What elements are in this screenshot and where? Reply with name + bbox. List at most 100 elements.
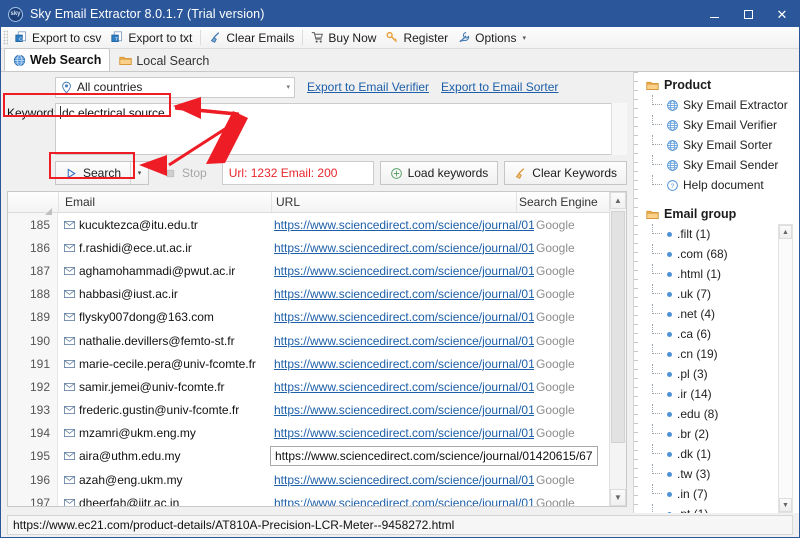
options-button[interactable]: Options ▾ <box>453 28 531 48</box>
maximize-button[interactable] <box>731 1 765 27</box>
row-url[interactable]: https://www.sciencedirect.com/science/jo… <box>270 426 534 440</box>
row-url[interactable]: https://www.sciencedirect.com/science/jo… <box>270 473 534 487</box>
row-url[interactable]: https://www.sciencedirect.com/science/jo… <box>270 334 534 348</box>
clear-emails-button[interactable]: Clear Emails <box>204 28 299 48</box>
table-row[interactable]: 194 mzamri@ukm.eng.my https://www.scienced… <box>8 421 626 445</box>
grid-header-url[interactable]: URL <box>272 195 516 209</box>
row-index: 186 <box>8 236 58 260</box>
bullet-icon <box>667 371 672 377</box>
keyword-row: Keyword: dc electrical source <box>7 103 627 155</box>
scroll-up-arrow-icon[interactable]: ▲ <box>610 192 626 209</box>
table-row[interactable]: 185 kucuktezca@itu.edu.tr https://www.scie… <box>8 213 626 237</box>
email-group-item[interactable]: .in (7) <box>652 484 799 504</box>
export-to-csv-button[interactable]: C Export to csv <box>10 28 106 48</box>
email-group-item[interactable]: .net (4) <box>652 304 799 324</box>
row-url[interactable]: https://www.sciencedirect.com/science/jo… <box>270 496 534 506</box>
row-url[interactable]: https://www.sciencedirect.com/science/jo… <box>270 264 534 278</box>
minimize-button[interactable] <box>697 1 731 27</box>
scrollbar-track[interactable] <box>779 239 792 498</box>
row-email[interactable]: flysky007dong@163.com <box>58 310 270 324</box>
sidebar-item-sky-email-verifier[interactable]: Sky Email Verifier <box>652 115 799 135</box>
row-email[interactable]: aghamohammadi@pwut.ac.ir <box>58 264 270 278</box>
row-email[interactable]: aira@uthm.edu.my <box>58 449 270 463</box>
row-url[interactable]: https://www.sciencedirect.com/science/jo… <box>270 218 534 232</box>
email-group-item[interactable]: .html (1) <box>652 264 799 284</box>
stop-button[interactable]: Stop <box>155 161 216 185</box>
email-group-scrollbar[interactable]: ▲ ▼ <box>778 224 793 513</box>
email-group-item[interactable]: .com (68) <box>652 244 799 264</box>
row-email[interactable]: azah@eng.ukm.my <box>58 473 270 487</box>
table-row[interactable]: 193 frederic.gustin@univ-fcomte.fr https:/… <box>8 398 626 422</box>
register-button[interactable]: Register <box>381 28 453 48</box>
globe-icon <box>667 139 678 151</box>
sidebar-item-help-document[interactable]: ? Help document <box>652 175 799 195</box>
search-button[interactable]: Search ▾ <box>55 161 150 185</box>
email-group-item[interactable]: .ca (6) <box>652 324 799 344</box>
row-email[interactable]: mzamri@ukm.eng.my <box>58 426 270 440</box>
tab-web-search[interactable]: Web Search <box>4 48 111 71</box>
email-group-item[interactable]: .pt (1) <box>652 504 799 513</box>
email-group-item[interactable]: .br (2) <box>652 424 799 444</box>
clear-keywords-button[interactable]: Clear Keywords <box>504 161 627 185</box>
grid-header-search-engine[interactable]: Search Engine <box>517 195 609 209</box>
row-url[interactable]: https://www.sciencedirect.com/science/jo… <box>270 403 534 417</box>
sidebar-item-sky-email-sender[interactable]: Sky Email Sender <box>652 155 799 175</box>
scroll-up-arrow-icon[interactable]: ▲ <box>779 225 792 240</box>
load-keywords-button[interactable]: Load keywords <box>379 161 499 185</box>
row-email[interactable]: frederic.gustin@univ-fcomte.fr <box>58 403 270 417</box>
row-email[interactable]: kucuktezca@itu.edu.tr <box>58 218 270 232</box>
row-email[interactable]: habbasi@iust.ac.ir <box>58 287 270 301</box>
email-group-item[interactable]: .dk (1) <box>652 444 799 464</box>
email-group-item[interactable]: .pl (3) <box>652 364 799 384</box>
email-group-item[interactable]: .uk (7) <box>652 284 799 304</box>
sidebar-item-sky-email-sorter[interactable]: Sky Email Sorter <box>652 135 799 155</box>
row-email[interactable]: dheerfah@iitr.ac.in <box>58 496 270 506</box>
grid-header-email[interactable]: Email <box>59 195 271 209</box>
email-group-item[interactable]: .filt (1) <box>652 224 799 244</box>
country-select[interactable]: All countries ▾ <box>55 76 295 98</box>
table-row[interactable]: 196 azah@eng.ukm.my https://www.sciencedir… <box>8 468 626 492</box>
scrollbar-track[interactable] <box>610 209 626 489</box>
chevron-down-icon[interactable]: ▾ <box>286 83 290 91</box>
row-email[interactable]: samir.jemei@univ-fcomte.fr <box>58 380 270 394</box>
select-all-corner-icon[interactable] <box>45 208 52 215</box>
row-url[interactable]: https://www.sciencedirect.com/science/jo… <box>270 287 534 301</box>
email-group-item[interactable]: .ir (14) <box>652 384 799 404</box>
scroll-down-arrow-icon[interactable]: ▼ <box>610 489 626 506</box>
table-row[interactable]: 195 aira@uthm.edu.my https://www.sciencedi… <box>8 444 626 469</box>
close-button[interactable]: ✕ <box>765 1 799 27</box>
row-url[interactable]: https://www.sciencedirect.com/science/jo… <box>270 310 534 324</box>
table-row[interactable]: 189 flysky007dong@163.com https://www.scie… <box>8 305 626 329</box>
table-row[interactable]: 191 marie-cecile.pera@univ-fcomte.fr https… <box>8 352 626 376</box>
row-url[interactable]: https://www.sciencedirect.com/science/jo… <box>270 357 534 371</box>
row-url[interactable]: https://www.sciencedirect.com/science/jo… <box>270 380 534 394</box>
table-row[interactable]: 197 dheerfah@iitr.ac.in https://www.scienc… <box>8 491 626 506</box>
scroll-down-arrow-icon[interactable]: ▼ <box>779 498 792 512</box>
toolbar-grip[interactable] <box>3 30 8 45</box>
keyword-input[interactable]: dc electrical source <box>55 103 627 155</box>
row-email[interactable]: f.rashidi@ece.ut.ac.ir <box>58 241 270 255</box>
row-email[interactable]: nathalie.devillers@femto-st.fr <box>58 334 270 348</box>
export-to-txt-button[interactable]: T Export to txt <box>106 28 197 48</box>
table-row[interactable]: 190 nathalie.devillers@femto-st.fr https:/… <box>8 328 626 353</box>
table-row[interactable]: 188 habbasi@iust.ac.ir https://www.science… <box>8 282 626 306</box>
chevron-down-icon[interactable]: ▾ <box>522 34 526 42</box>
email-group-item[interactable]: .tw (3) <box>652 464 799 484</box>
export-to-email-sorter-link[interactable]: Export to Email Sorter <box>441 80 558 94</box>
table-row[interactable]: 186 f.rashidi@ece.ut.ac.ir https://www.sci… <box>8 236 626 260</box>
email-group-item[interactable]: .edu (8) <box>652 404 799 424</box>
search-dropdown-toggle[interactable]: ▾ <box>130 162 148 184</box>
tab-local-search[interactable]: Local Search <box>110 49 218 71</box>
buy-now-button[interactable]: Buy Now <box>306 28 381 48</box>
row-url-hovered[interactable]: https://www.sciencedirect.com/science/jo… <box>270 446 598 467</box>
row-email[interactable]: marie-cecile.pera@univ-fcomte.fr <box>58 357 270 371</box>
table-row[interactable]: 192 samir.jemei@univ-fcomte.fr https://www… <box>8 375 626 399</box>
export-to-email-verifier-link[interactable]: Export to Email Verifier <box>307 80 429 94</box>
sidebar-item-sky-email-extractor[interactable]: Sky Email Extractor <box>652 95 799 115</box>
grid-vertical-scrollbar[interactable]: ▲ ▼ <box>609 192 626 506</box>
scrollbar-thumb[interactable] <box>611 211 625 444</box>
row-url[interactable]: https://www.sciencedirect.com/science/jo… <box>270 241 534 255</box>
keyword-scrollbar[interactable] <box>611 103 627 155</box>
table-row[interactable]: 187 aghamohammadi@pwut.ac.ir https://www.s… <box>8 259 626 283</box>
email-group-item[interactable]: .cn (19) <box>652 344 799 364</box>
